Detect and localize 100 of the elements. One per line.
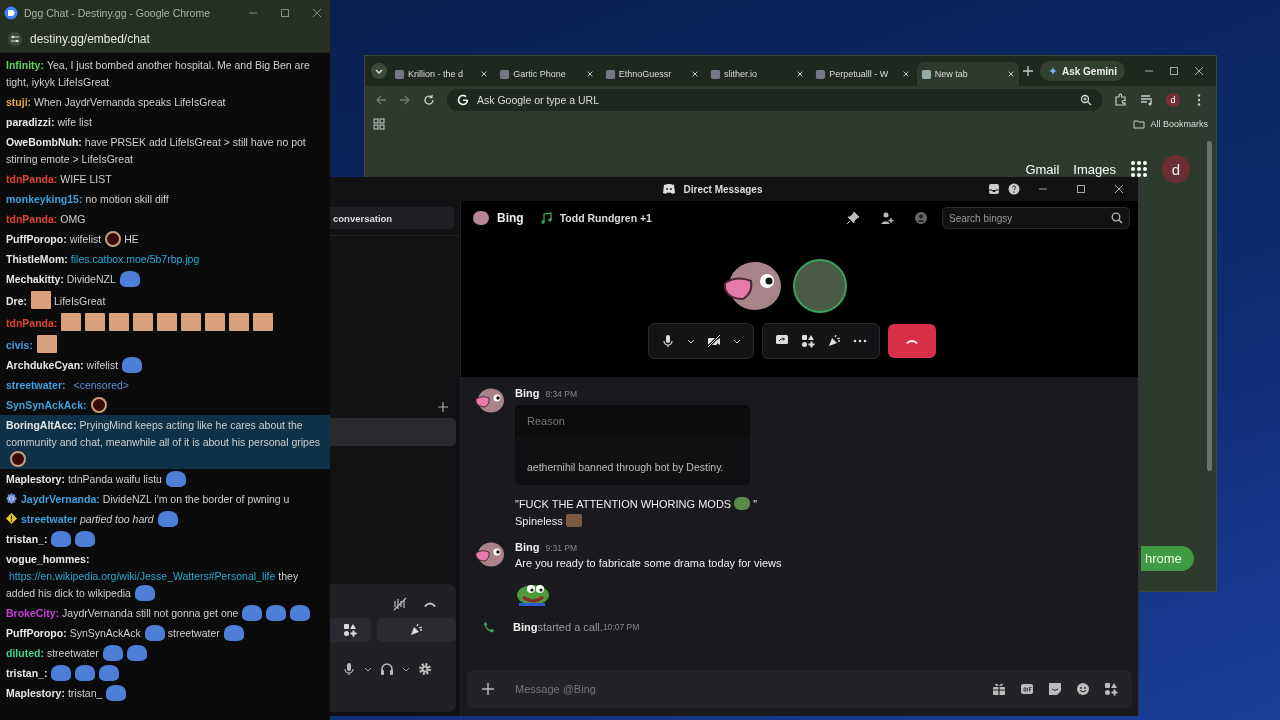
username-link[interactable]: Dre: — [6, 294, 27, 307]
caret-icon[interactable] — [686, 337, 695, 345]
username-link[interactable]: Maplestory: — [6, 472, 65, 485]
dm-name[interactable]: Bing — [497, 211, 524, 225]
close-icon[interactable] — [796, 70, 805, 78]
browser-tab[interactable]: Perpetualll - W — [811, 62, 914, 86]
username-link[interactable]: vogue_hommes: — [6, 552, 90, 565]
forward-icon[interactable] — [399, 93, 411, 106]
page-link[interactable]: Images — [1073, 161, 1116, 177]
close-icon[interactable] — [585, 70, 594, 78]
profile-avatar[interactable]: d — [1162, 155, 1190, 183]
headphones-icon[interactable] — [380, 662, 394, 676]
gif-icon[interactable] — [1020, 682, 1034, 696]
sticker-icon[interactable] — [1048, 682, 1062, 696]
chat-link[interactable]: files.catbox.moe/5b7rbp.jpg — [70, 250, 200, 268]
username-link[interactable]: Maplestory: — [6, 686, 65, 699]
apps-icon[interactable] — [1104, 682, 1118, 696]
close-icon[interactable] — [1194, 66, 1204, 76]
username-link[interactable]: PuffPoropo: — [6, 232, 67, 245]
author-name[interactable]: Bing — [515, 541, 540, 553]
add-friend-icon[interactable] — [880, 211, 894, 225]
inbox-icon[interactable] — [988, 183, 1000, 195]
microphone-icon[interactable] — [342, 662, 356, 676]
pin-icon[interactable] — [846, 211, 860, 225]
username-link[interactable]: tdnPanda: — [6, 212, 58, 225]
ask-gemini-button[interactable]: Ask Gemini — [1039, 61, 1125, 81]
maximize-icon[interactable] — [1169, 66, 1179, 76]
activity-status[interactable]: Todd Rundgren +1 — [559, 212, 652, 224]
hang-up-button[interactable] — [887, 324, 936, 358]
profile-avatar[interactable]: d — [1166, 92, 1180, 107]
activities-button[interactable] — [330, 618, 371, 642]
browser-tab[interactable]: Krillion - the d — [390, 62, 493, 86]
close-icon[interactable] — [312, 8, 322, 18]
username-link[interactable]: stuji: — [6, 95, 32, 108]
page-link[interactable]: Gmail — [1025, 161, 1060, 177]
address-bar[interactable]: Ask Google or type a URL — [447, 88, 1102, 111]
username-link[interactable]: diluted: — [6, 646, 44, 659]
address-bar[interactable]: destiny.gg/embed/chat — [30, 32, 150, 46]
browser-tab[interactable]: slither.io — [706, 62, 809, 86]
username-link[interactable]: monkeyking15: — [6, 192, 83, 205]
soundboard-icon[interactable] — [826, 334, 841, 348]
caret-icon[interactable] — [732, 337, 741, 345]
username-link[interactable]: civis: — [6, 338, 33, 351]
fish-avatar-icon[interactable] — [475, 387, 505, 414]
new-tab-icon[interactable] — [1021, 65, 1034, 77]
add-icon[interactable] — [481, 682, 495, 696]
user-profile-icon[interactable] — [914, 211, 928, 225]
gift-icon[interactable] — [992, 682, 1006, 696]
back-icon[interactable] — [375, 93, 387, 106]
message-input[interactable]: Message @Bing — [467, 670, 1132, 708]
help-icon[interactable] — [1008, 183, 1020, 195]
username-link[interactable]: JaydrVernanda: — [21, 492, 100, 505]
extensions-icon[interactable] — [1114, 92, 1128, 107]
microphone-icon[interactable] — [660, 334, 675, 348]
reload-icon[interactable] — [423, 93, 435, 106]
caret-icon[interactable] — [402, 665, 410, 673]
maximize-icon[interactable] — [280, 8, 290, 18]
username-link[interactable]: BoringAltAcc: — [6, 418, 77, 431]
username-link[interactable]: tdnPanda: — [6, 316, 58, 329]
browser-tab[interactable]: New tab — [916, 62, 1019, 86]
scrollbar[interactable] — [1207, 141, 1212, 471]
add-icon[interactable] — [438, 402, 448, 412]
avatar[interactable] — [473, 211, 489, 225]
apps-grid-icon[interactable] — [1130, 160, 1148, 178]
username-link[interactable]: streetwater — [21, 512, 78, 525]
close-icon[interactable] — [691, 70, 699, 78]
maximize-icon[interactable] — [1076, 184, 1086, 194]
username-link[interactable]: paradizzi: — [6, 115, 55, 128]
close-icon[interactable] — [1006, 70, 1015, 78]
search-icon[interactable] — [1111, 212, 1123, 224]
username-link[interactable]: OweBombNuh: — [6, 135, 82, 148]
search-field[interactable]: Search bingsy — [942, 207, 1130, 229]
username-link[interactable]: ThistleMom: — [6, 252, 68, 265]
username-link[interactable]: SynSynAckAck: — [6, 398, 87, 411]
chat-link[interactable]: https://en.wikipedia.org/wiki/Jesse_Watters#Personal_life — [9, 567, 276, 585]
close-icon[interactable] — [480, 70, 489, 78]
zoom-icon[interactable] — [1080, 93, 1092, 106]
emoji-icon[interactable] — [1076, 682, 1090, 696]
username-link[interactable]: Infinity: — [6, 58, 44, 71]
find-conversation-button[interactable]: conversation — [330, 207, 454, 229]
username-link[interactable]: ArchdukeCyan: — [6, 358, 84, 371]
media-icon[interactable] — [1140, 92, 1154, 107]
author-name[interactable]: Bing — [515, 387, 540, 399]
username-link[interactable]: BrokeCity: — [6, 606, 60, 619]
username-link[interactable]: streetwater: — [6, 378, 66, 391]
username-link[interactable]: tristan_: — [6, 666, 48, 679]
username-link[interactable]: tristan_: — [6, 532, 48, 545]
site-settings-icon[interactable] — [8, 32, 22, 46]
soundboard-button[interactable] — [376, 618, 456, 642]
camera-off-icon[interactable] — [706, 334, 721, 348]
username-link[interactable]: Mechakitty: — [6, 272, 64, 285]
tab-search-icon[interactable] — [371, 63, 387, 79]
browser-tab[interactable]: Gartic Phone — [495, 62, 598, 86]
noise-suppression-icon[interactable] — [392, 596, 408, 612]
browser-tab[interactable]: EthnoGuessr — [600, 62, 703, 86]
caret-icon[interactable] — [364, 665, 372, 673]
close-icon[interactable] — [901, 70, 910, 78]
fish-avatar-icon[interactable] — [475, 541, 505, 568]
settings-icon[interactable] — [418, 662, 432, 676]
activities-icon[interactable] — [800, 334, 815, 348]
